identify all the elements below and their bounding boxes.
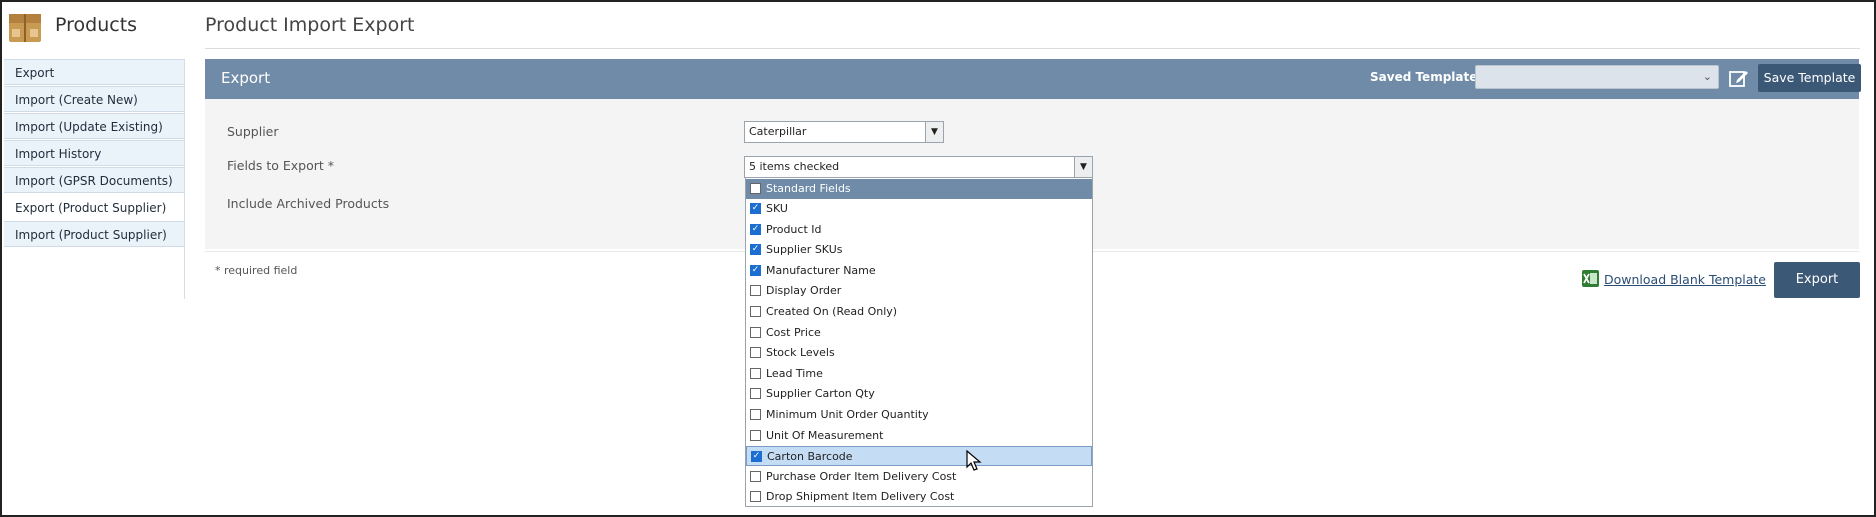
checkbox[interactable] xyxy=(750,347,761,359)
checkbox[interactable] xyxy=(750,306,761,317)
field-option[interactable]: ✓ Product Id xyxy=(746,220,1092,240)
sidebar-item-export-product-supplier[interactable]: Export (Product Supplier) xyxy=(4,194,184,220)
sidebar-item-import-product-supplier[interactable]: Import (Product Supplier) xyxy=(4,221,184,247)
field-option[interactable]: ✓ SKU xyxy=(746,199,1092,219)
field-option-label: Manufacturer Name xyxy=(766,263,876,277)
field-option[interactable]: ✓ Manufacturer Name xyxy=(746,261,1092,281)
supplier-select[interactable]: Caterpillar ▼ xyxy=(744,121,944,143)
field-option[interactable]: ✓ Carton Barcode xyxy=(746,446,1092,467)
checkbox[interactable] xyxy=(750,367,761,379)
fields-dropdown-list: Standard Fields ✓ SKU ✓ Product Id ✓ Supplier… xyxy=(745,177,1093,507)
checkbox[interactable] xyxy=(750,285,761,297)
fields-to-export-label: Fields to Export * xyxy=(227,158,335,173)
field-option-label: Lead Time xyxy=(766,366,823,380)
checkbox[interactable]: ✓ xyxy=(750,223,761,235)
field-option[interactable]: Display Order xyxy=(746,281,1092,301)
checkbox[interactable] xyxy=(750,429,761,441)
save-template-button[interactable]: Save Template xyxy=(1758,64,1861,92)
page-title: Product Import Export xyxy=(205,14,415,36)
fields-to-export-value: 5 items checked xyxy=(749,160,840,173)
field-option-label: Carton Barcode xyxy=(767,450,853,464)
field-option-label: Drop Shipment Item Delivery Cost xyxy=(766,490,955,504)
field-option-label: Display Order xyxy=(766,284,842,298)
field-option-label: Cost Price xyxy=(766,325,821,339)
checkbox[interactable] xyxy=(750,183,761,194)
sidebar-item-import-gpsr-documents[interactable]: Import (GPSR Documents) xyxy=(4,167,184,193)
group-standard-fields[interactable]: Standard Fields xyxy=(746,179,1092,199)
field-option-label: Minimum Unit Order Quantity xyxy=(766,408,929,421)
field-option-label: SKU xyxy=(766,202,788,215)
sidebar-title: Products xyxy=(55,14,138,36)
field-option[interactable]: Created On (Read Only) xyxy=(746,302,1092,322)
export-panel-header: Export Saved Templates: ⌄ Save Template xyxy=(205,59,1861,99)
chevron-down-icon: ▼ xyxy=(925,122,943,142)
chevron-down-icon: ▼ xyxy=(1074,157,1092,177)
supplier-value: Caterpillar xyxy=(749,125,807,138)
mouse-pointer-icon xyxy=(966,450,982,471)
excel-icon xyxy=(1582,270,1599,287)
field-option[interactable]: Supplier Carton Qty xyxy=(746,384,1092,404)
product-box-icon xyxy=(9,14,41,42)
field-option-label: Unit Of Measurement xyxy=(766,428,884,442)
panel-title: Export xyxy=(221,69,271,87)
saved-templates-select[interactable]: ⌄ xyxy=(1475,65,1719,89)
checkbox[interactable] xyxy=(750,388,761,400)
field-option[interactable]: Stock Levels xyxy=(746,343,1092,363)
sidebar-item-export[interactable]: Export xyxy=(4,59,184,85)
sidebar-item-import-create-new[interactable]: Import (Create New) xyxy=(4,86,184,112)
group-label: Standard Fields xyxy=(766,182,851,195)
field-option[interactable]: Cost Price xyxy=(746,323,1092,343)
checkbox[interactable] xyxy=(750,491,761,503)
checkbox[interactable] xyxy=(750,409,761,420)
checkbox[interactable]: ✓ xyxy=(751,451,762,463)
field-option-label: Product Id xyxy=(766,222,822,236)
required-field-note: * required field xyxy=(215,264,298,277)
field-option-label: Stock Levels xyxy=(766,346,835,360)
field-option[interactable]: Lead Time xyxy=(746,364,1092,384)
sidebar-item-import-update-existing[interactable]: Import (Update Existing) xyxy=(4,113,184,139)
edit-icon[interactable] xyxy=(1728,67,1750,89)
field-option[interactable]: ✓ Supplier SKUs xyxy=(746,240,1092,260)
saved-templates-label: Saved Templates: xyxy=(1370,70,1490,84)
checkbox[interactable] xyxy=(750,470,761,482)
field-option-label: Supplier Carton Qty xyxy=(766,387,875,401)
chevron-down-icon: ⌄ xyxy=(1702,70,1712,83)
checkbox[interactable]: ✓ xyxy=(750,264,761,276)
download-blank-template-link[interactable]: Download Blank Template xyxy=(1604,272,1766,287)
field-option-label: Created On (Read Only) xyxy=(766,305,898,318)
checkbox[interactable] xyxy=(750,326,761,338)
supplier-label: Supplier xyxy=(227,124,279,139)
include-archived-label: Include Archived Products xyxy=(227,196,390,211)
checkbox[interactable]: ✓ xyxy=(750,203,761,214)
field-option[interactable]: Minimum Unit Order Quantity xyxy=(746,405,1092,425)
field-option-label: Purchase Order Item Delivery Cost xyxy=(766,469,957,483)
sidebar-item-import-history[interactable]: Import History xyxy=(4,140,184,166)
field-option-label: Supplier SKUs xyxy=(766,243,843,257)
sidebar: Export Import (Create New) Import (Updat… xyxy=(4,59,185,299)
title-divider xyxy=(205,48,1860,49)
export-button[interactable]: Export xyxy=(1774,262,1860,298)
field-option[interactable]: Purchase Order Item Delivery Cost xyxy=(746,467,1092,487)
fields-to-export-select[interactable]: 5 items checked ▼ xyxy=(744,156,1093,178)
field-option[interactable]: Unit Of Measurement xyxy=(746,426,1092,446)
field-option[interactable]: Drop Shipment Item Delivery Cost xyxy=(746,487,1092,507)
checkbox[interactable]: ✓ xyxy=(750,244,761,256)
